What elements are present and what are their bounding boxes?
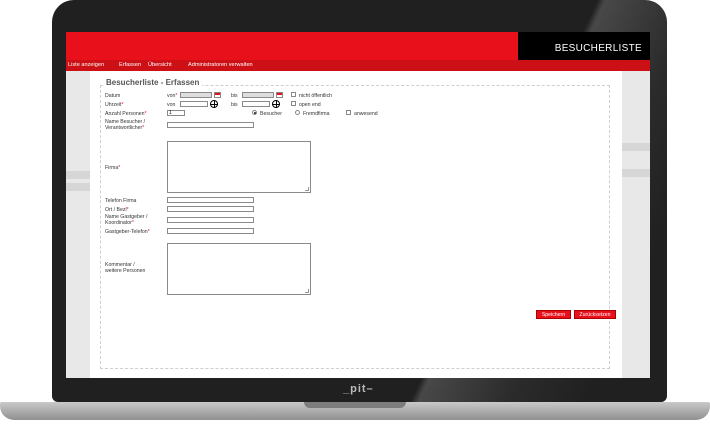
- datum-von-label: von*: [167, 93, 178, 99]
- firma-textarea[interactable]: [167, 141, 311, 193]
- crosshair-icon[interactable]: [272, 100, 280, 108]
- reset-button[interactable]: Zurücksetzen: [574, 310, 616, 319]
- nav-item-erfassen[interactable]: Erfassen: [119, 61, 141, 69]
- calendar-icon[interactable]: [276, 92, 283, 98]
- firma-label: Firma*: [105, 165, 121, 171]
- left-stripe: [66, 183, 90, 191]
- nicht-oeffentlich-label: nicht öffentlich: [299, 93, 333, 99]
- datum-bis-input[interactable]: [242, 92, 274, 98]
- anwesend-label: anwesend: [354, 111, 378, 117]
- uhrzeit-bis-input[interactable]: [242, 101, 270, 107]
- anzahl-personen-input[interactable]: 1: [167, 110, 185, 116]
- name-besucher-input[interactable]: [167, 122, 254, 128]
- save-button[interactable]: Speichern: [536, 310, 571, 319]
- uhrzeit-von-label: von: [167, 102, 176, 108]
- telefon-firma-input[interactable]: [167, 197, 254, 203]
- gastgeber-telefon-label: Gastgeber-Telefon*: [105, 229, 150, 235]
- kommentar-textarea[interactable]: [167, 243, 311, 295]
- app-title: BESUCHERLISTE: [554, 43, 642, 54]
- besucher-label: Besucher: [260, 111, 282, 117]
- main-content: Besucherliste - Erfassen Datum von* bis …: [90, 71, 622, 378]
- open-end-checkbox[interactable]: [291, 101, 296, 106]
- device-logo: _pit–: [343, 383, 374, 395]
- kommentar-label-line2: weitere Personen: [105, 268, 146, 274]
- right-margin: [622, 71, 650, 378]
- header-title-bar: BESUCHERLISTE: [518, 32, 650, 60]
- main-nav: Liste anzeigen Erfassen Übersicht Admini…: [66, 60, 650, 71]
- fremdfirma-label: Fremdfirma: [303, 111, 330, 117]
- right-stripe: [622, 169, 650, 177]
- datum-bis-label: bis: [231, 93, 238, 99]
- uhrzeit-bis-label: bis: [231, 102, 238, 108]
- crosshair-icon[interactable]: [210, 100, 218, 108]
- ort-input[interactable]: [167, 206, 254, 212]
- telefon-firma-label: Telefon Firma: [105, 198, 137, 204]
- name-besucher-label-line2: Verantwortlicher*: [105, 125, 145, 131]
- nicht-oeffentlich-checkbox[interactable]: [291, 92, 296, 97]
- besucher-radio[interactable]: [252, 110, 257, 115]
- anwesend-checkbox[interactable]: [346, 110, 351, 115]
- ort-label: Ort / Bezl*: [105, 207, 129, 213]
- left-margin: [66, 71, 90, 378]
- anzahl-personen-label: Anzahl Personen*: [105, 111, 147, 117]
- header-red-bar: [66, 32, 518, 60]
- left-stripe: [66, 171, 90, 179]
- datum-label: Datum: [105, 93, 121, 99]
- nav-item-uebersicht[interactable]: Übersicht: [148, 61, 172, 69]
- calendar-icon[interactable]: [214, 92, 221, 98]
- form-legend: Besucherliste - Erfassen: [103, 78, 203, 87]
- name-gastgeber-label-line2: Koordinator*: [105, 220, 134, 226]
- nav-item-administratoren[interactable]: Administratoren verwalten: [188, 61, 253, 69]
- datum-von-input[interactable]: [180, 92, 212, 98]
- laptop-notch: [304, 402, 406, 408]
- uhrzeit-label: Uhrzeit*: [105, 102, 124, 108]
- app-window: BESUCHERLISTE Liste anzeigen Erfassen Üb…: [66, 32, 650, 378]
- nav-item-liste-anzeigen[interactable]: Liste anzeigen: [68, 61, 104, 69]
- uhrzeit-von-input[interactable]: [180, 101, 208, 107]
- open-end-label: open end: [299, 102, 321, 108]
- name-gastgeber-input[interactable]: [167, 217, 254, 223]
- right-stripe: [622, 143, 650, 151]
- gastgeber-telefon-input[interactable]: [167, 228, 254, 234]
- fremdfirma-radio[interactable]: [295, 110, 300, 115]
